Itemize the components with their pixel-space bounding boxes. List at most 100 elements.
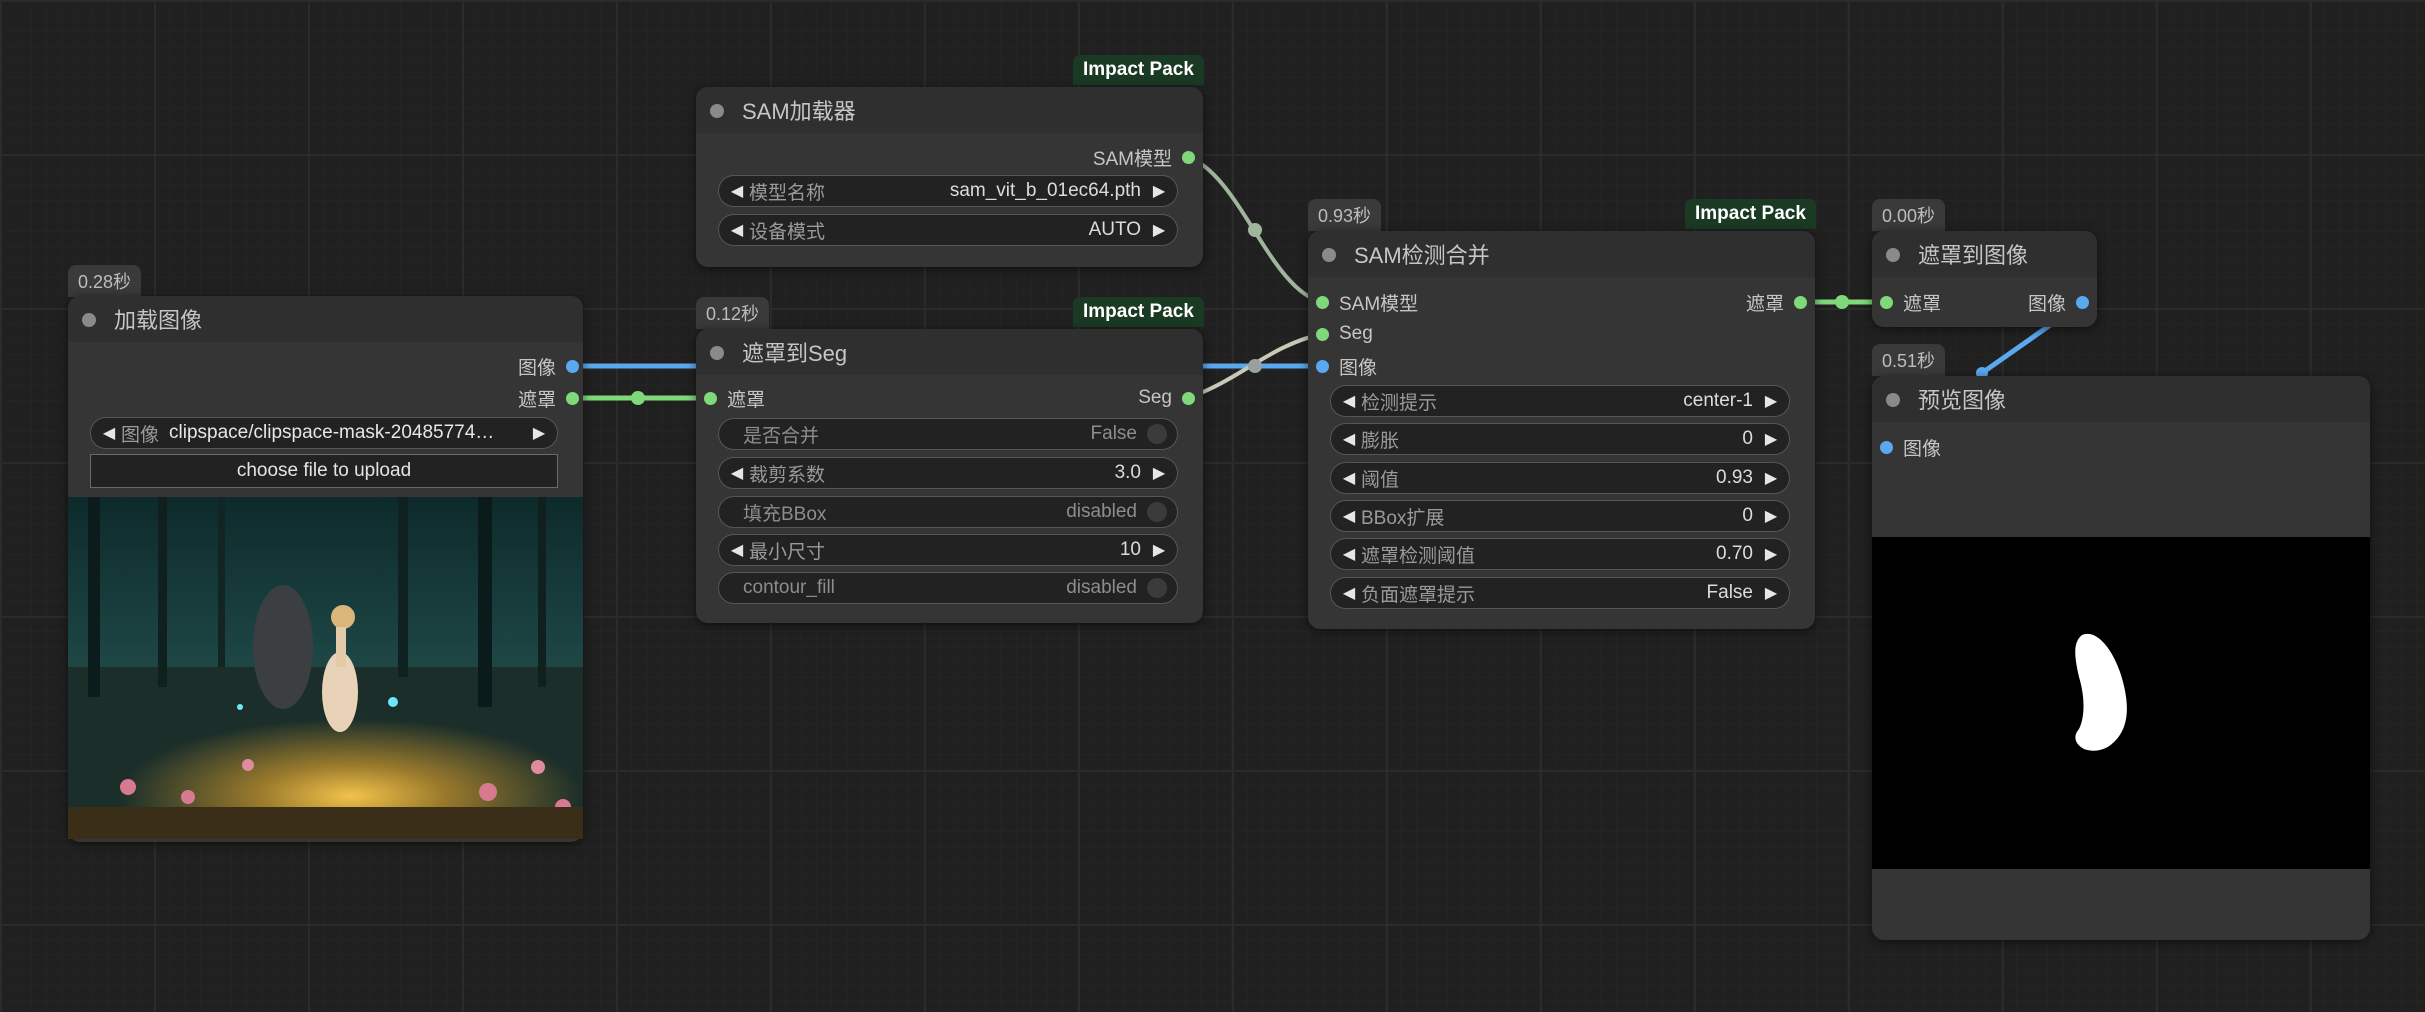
arrow-right-icon[interactable]: ▶ — [1763, 391, 1779, 411]
node-load-image[interactable]: 加载图像 图像 遮罩 ◀ 图像 clipspace/clipspace-mask… — [68, 296, 583, 842]
arrow-right-icon[interactable]: ▶ — [531, 423, 547, 443]
arrow-left-icon[interactable]: ◀ — [1341, 391, 1357, 411]
crop-factor-widget[interactable]: ◀ 裁剪系数 3.0 ▶ — [718, 457, 1178, 489]
widget-value: 0 — [1742, 505, 1753, 526]
input-slot-sam-model[interactable]: SAM模型 — [1316, 290, 1418, 315]
arrow-right-icon[interactable]: ▶ — [1763, 429, 1779, 449]
node-title-bar[interactable]: 预览图像 — [1872, 376, 2370, 422]
node-sam-loader[interactable]: SAM加载器 SAM模型 ◀ 模型名称 sam_vit_b_01ec64.pth… — [696, 87, 1203, 267]
collapse-dot-icon[interactable] — [1886, 248, 1900, 262]
collapse-dot-icon[interactable] — [710, 104, 724, 118]
input-slot-mask[interactable]: 遮罩 — [1880, 290, 1941, 315]
widget-label: contour_fill — [743, 577, 835, 598]
upload-button[interactable]: choose file to upload — [90, 454, 558, 488]
slot-dot-icon[interactable] — [1182, 150, 1195, 164]
arrow-right-icon[interactable]: ▶ — [1151, 540, 1167, 560]
arrow-left-icon[interactable]: ◀ — [1341, 468, 1357, 488]
slot-dot-icon[interactable] — [1880, 295, 1893, 309]
slot-dot-icon[interactable] — [1316, 295, 1329, 309]
node-title-bar[interactable]: SAM加载器 — [696, 87, 1203, 133]
widget-label: 图像 — [121, 424, 160, 446]
output-slot-seg[interactable]: Seg — [1138, 386, 1195, 410]
sam-detect-time-badge: 0.93秒 — [1308, 199, 1382, 231]
slot-dot-icon[interactable] — [566, 359, 579, 373]
dilation-widget[interactable]: ◀ 膨胀 0 ▶ — [1330, 423, 1790, 455]
collapse-dot-icon[interactable] — [82, 313, 96, 327]
node-title: 预览图像 — [1918, 388, 2007, 413]
widget-label: 负面遮罩提示 — [1361, 584, 1476, 606]
slot-dot-icon[interactable] — [704, 391, 717, 405]
bbox-fill-toggle-widget[interactable]: 填充BBox disabled — [718, 496, 1178, 528]
model-name-widget[interactable]: ◀ 模型名称 sam_vit_b_01ec64.pth ▶ — [718, 175, 1178, 207]
device-mode-widget[interactable]: ◀ 设备模式 AUTO ▶ — [718, 214, 1178, 246]
input-slot-seg[interactable]: Seg — [1316, 322, 1373, 346]
slot-dot-icon[interactable] — [566, 391, 579, 405]
node-title-bar[interactable]: 遮罩到Seg — [696, 329, 1203, 375]
arrow-right-icon[interactable]: ▶ — [1763, 583, 1779, 603]
slot-dot-icon[interactable] — [1182, 391, 1195, 405]
arrow-left-icon[interactable]: ◀ — [1341, 429, 1357, 449]
slot-dot-icon[interactable] — [1794, 295, 1807, 309]
node-mask-to-seg[interactable]: 遮罩到Seg 遮罩 Seg 是否合并 False ◀ 裁剪系数 3.0 ▶ 填充… — [696, 329, 1203, 623]
contour-fill-toggle-widget[interactable]: contour_fill disabled — [718, 572, 1178, 604]
arrow-left-icon[interactable]: ◀ — [729, 463, 745, 483]
link-seg-midpoint[interactable] — [1248, 359, 1262, 373]
arrow-left-icon[interactable]: ◀ — [1341, 506, 1357, 526]
collapse-dot-icon[interactable] — [1886, 393, 1900, 407]
combine-toggle-widget[interactable]: 是否合并 False — [718, 418, 1178, 450]
input-slot-mask[interactable]: 遮罩 — [704, 386, 765, 411]
arrow-left-icon[interactable]: ◀ — [1341, 583, 1357, 603]
node-sam-detect-combined[interactable]: SAM检测合并 SAM模型 Seg 图像 遮罩 ◀ 检测提示 center-1 … — [1308, 231, 1815, 629]
load-image-time-badge: 0.28秒 — [68, 265, 142, 297]
mask-preview-image — [1872, 537, 2370, 869]
node-title-bar[interactable]: 遮罩到图像 — [1872, 231, 2097, 277]
widget-label: 模型名称 — [749, 182, 826, 204]
arrow-left-icon[interactable]: ◀ — [729, 181, 745, 201]
image-combo-widget[interactable]: ◀ 图像 clipspace/clipspace-mask-20485774… … — [90, 417, 558, 449]
arrow-right-icon[interactable]: ▶ — [1151, 463, 1167, 483]
min-size-widget[interactable]: ◀ 最小尺寸 10 ▶ — [718, 534, 1178, 566]
node-mask-to-image[interactable]: 遮罩到图像 遮罩 图像 — [1872, 231, 2097, 327]
widget-label: 检测提示 — [1361, 392, 1438, 414]
toggle-knob-icon[interactable] — [1147, 424, 1167, 444]
slot-dot-icon[interactable] — [1316, 327, 1329, 341]
arrow-left-icon[interactable]: ◀ — [1341, 544, 1357, 564]
arrow-right-icon[interactable]: ▶ — [1151, 220, 1167, 240]
arrow-right-icon[interactable]: ▶ — [1763, 506, 1779, 526]
link-sam-model-midpoint[interactable] — [1248, 223, 1262, 237]
output-slot-image[interactable]: 图像 — [2028, 290, 2089, 315]
slot-dot-icon[interactable] — [1316, 359, 1329, 373]
mask-hint-threshold-widget[interactable]: ◀ 遮罩检测阈值 0.70 ▶ — [1330, 538, 1790, 570]
link-mask-out-midpoint[interactable] — [1835, 295, 1849, 309]
node-title-bar[interactable]: 加载图像 — [68, 296, 583, 342]
bbox-expansion-widget[interactable]: ◀ BBox扩展 0 ▶ — [1330, 500, 1790, 532]
detection-hint-widget[interactable]: ◀ 检测提示 center-1 ▶ — [1330, 385, 1790, 417]
arrow-right-icon[interactable]: ▶ — [1763, 468, 1779, 488]
slot-dot-icon[interactable] — [2076, 295, 2089, 309]
arrow-left-icon[interactable]: ◀ — [729, 540, 745, 560]
arrow-right-icon[interactable]: ▶ — [1763, 544, 1779, 564]
output-slot-mask[interactable]: 遮罩 — [1746, 290, 1807, 315]
link-mask-midpoint[interactable] — [631, 391, 645, 405]
arrow-right-icon[interactable]: ▶ — [1151, 181, 1167, 201]
widget-value: 0 — [1742, 428, 1753, 449]
collapse-dot-icon[interactable] — [1322, 248, 1336, 262]
arrow-left-icon[interactable]: ◀ — [729, 220, 745, 240]
arrow-left-icon[interactable]: ◀ — [101, 423, 117, 443]
toggle-knob-icon[interactable] — [1147, 578, 1167, 598]
input-slot-image[interactable]: 图像 — [1316, 354, 1377, 379]
output-slot-mask[interactable]: 遮罩 — [518, 386, 579, 411]
preview-image-time-badge: 0.51秒 — [1872, 344, 1946, 376]
collapse-dot-icon[interactable] — [710, 346, 724, 360]
output-slot-sam-model[interactable]: SAM模型 — [1093, 145, 1195, 170]
negative-mask-hint-widget[interactable]: ◀ 负面遮罩提示 False ▶ — [1330, 577, 1790, 609]
mask-to-seg-pack-badge: Impact Pack — [1073, 297, 1204, 327]
node-preview-image[interactable]: 预览图像 图像 — [1872, 376, 2370, 940]
toggle-knob-icon[interactable] — [1147, 502, 1167, 522]
input-slot-image[interactable]: 图像 — [1880, 435, 1941, 460]
widget-value: AUTO — [1088, 219, 1141, 240]
slot-dot-icon[interactable] — [1880, 440, 1893, 454]
node-title-bar[interactable]: SAM检测合并 — [1308, 231, 1815, 277]
threshold-widget[interactable]: ◀ 阈值 0.93 ▶ — [1330, 462, 1790, 494]
output-slot-image[interactable]: 图像 — [518, 354, 579, 379]
